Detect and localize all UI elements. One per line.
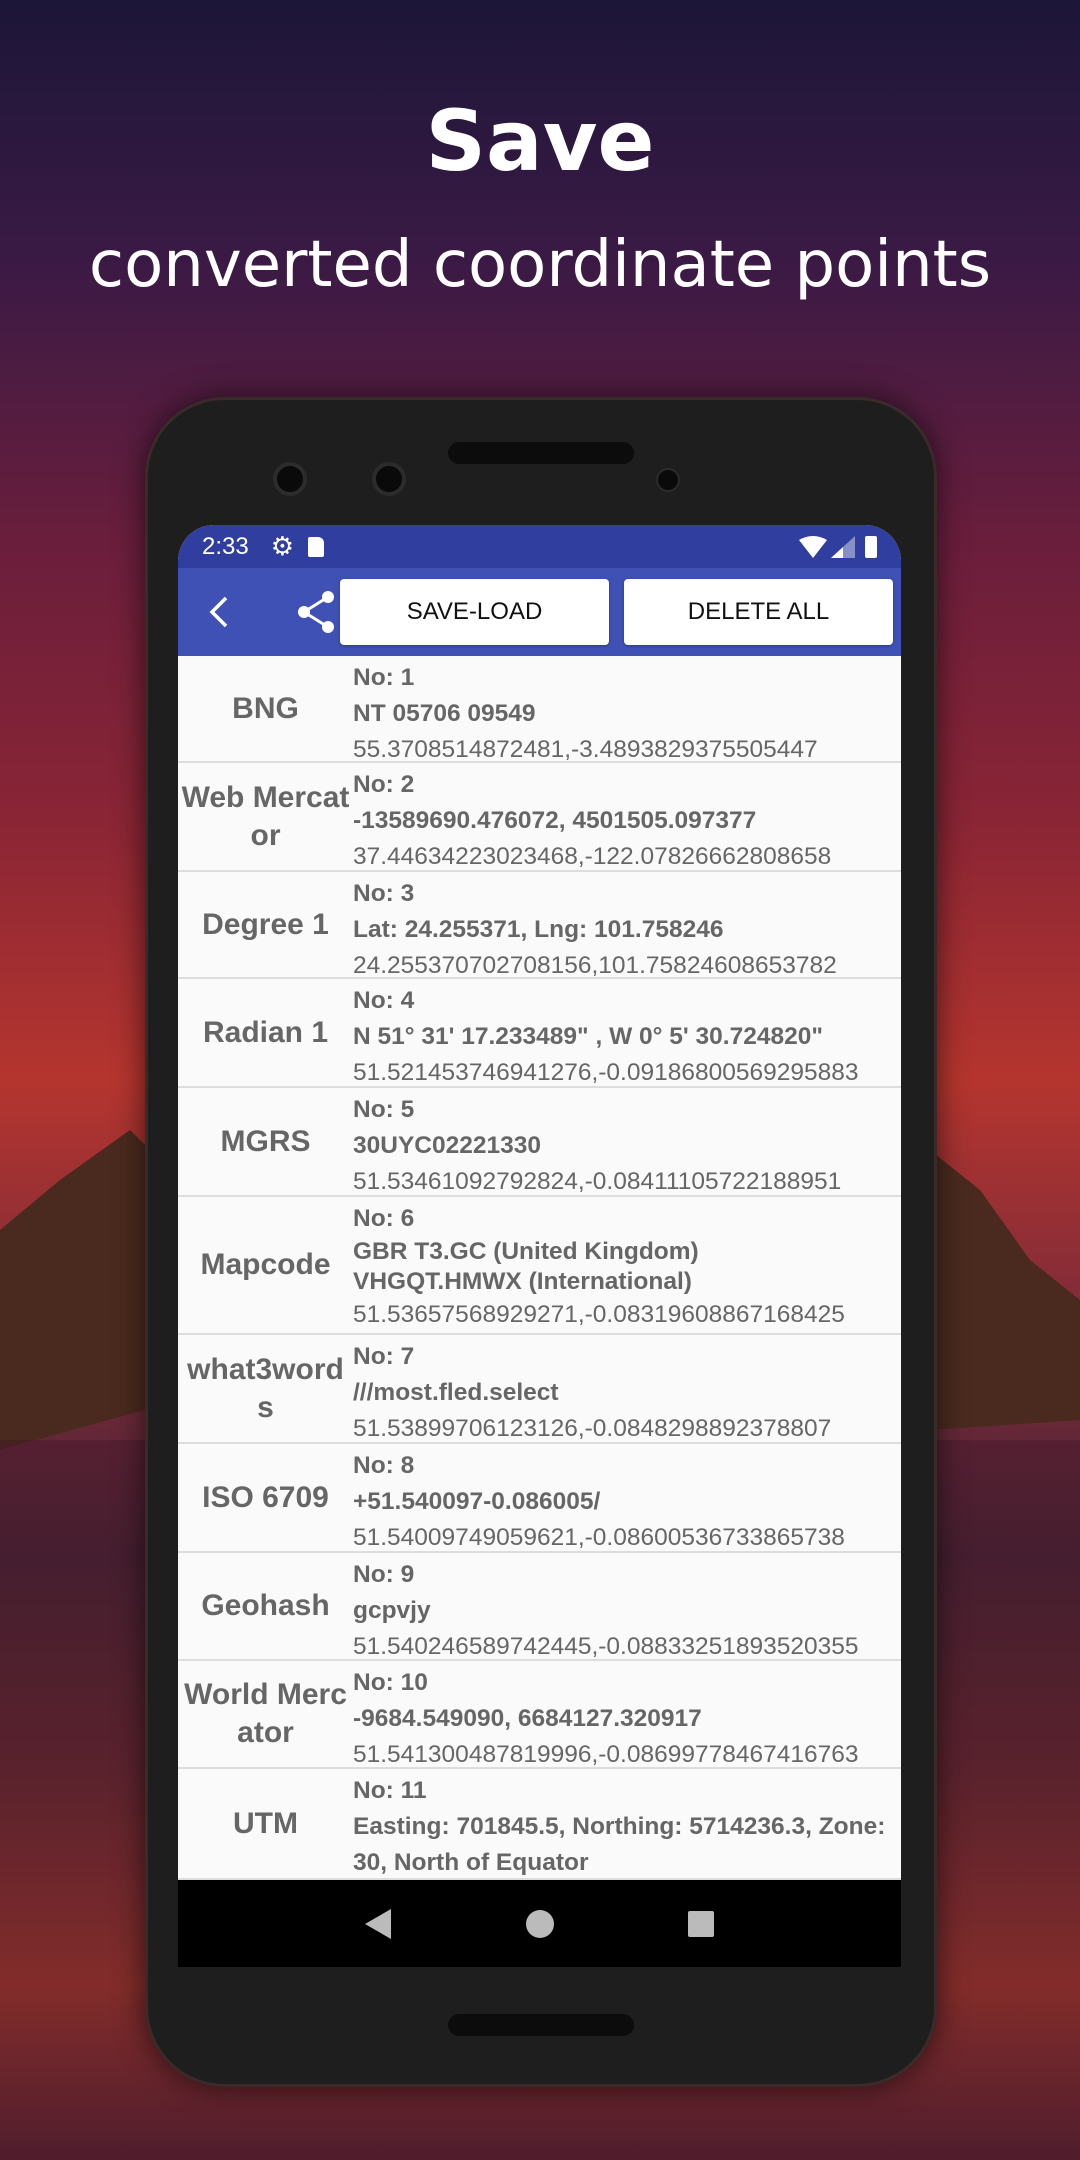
point-type-label: ISO 6709 bbox=[202, 1480, 329, 1514]
nav-bar bbox=[178, 1880, 901, 1967]
settings-icon: ⚙ bbox=[270, 531, 295, 561]
point-latlng: 51.540246589742445,-0.08833251893520355 bbox=[353, 1633, 859, 1659]
toolbar: SAVE-LOAD DELETE ALL bbox=[178, 568, 901, 656]
point-content: No: 3 Lat: 24.255371, Lng: 101.758246 24.2… bbox=[353, 872, 901, 977]
camera-icon bbox=[273, 462, 307, 496]
signal-icon bbox=[831, 535, 855, 558]
point-type-label: World Mercator bbox=[184, 1678, 347, 1749]
point-latlng: 51.521453746941276,-0.09186800569295883 bbox=[353, 1059, 859, 1086]
point-converted-value: N 51° 31' 17.233489" , W 0° 5' 30.724820… bbox=[353, 1023, 823, 1050]
point-type-label: MGRS bbox=[220, 1124, 311, 1158]
point-latlng: 37.44634223023468,-122.07826662808658 bbox=[353, 843, 832, 870]
camera-icon bbox=[372, 462, 406, 496]
point-row[interactable]: UTM No: 11 Easting: 701845.5, Northing: 57… bbox=[178, 1769, 901, 1880]
point-content: No: 5 30UYC02221330 51.53461092792824,-0.0… bbox=[353, 1088, 901, 1195]
point-row[interactable]: Web Mercator No: 2 -13589690.476072, 45015… bbox=[178, 763, 901, 872]
wifi-icon bbox=[799, 535, 827, 558]
bottom-speaker bbox=[448, 2014, 634, 2036]
headline-title: Save bbox=[425, 92, 655, 190]
point-type-label: what3words bbox=[187, 1352, 344, 1424]
back-triangle-icon[interactable] bbox=[364, 1908, 393, 1939]
point-type-label: Radian 1 bbox=[202, 1015, 329, 1049]
status-time: 2:33 bbox=[202, 532, 249, 560]
point-type-label: Geohash bbox=[201, 1589, 330, 1622]
point-converted-value: Lat: 24.255371, Lng: 101.758246 bbox=[353, 916, 724, 943]
point-row[interactable]: Degree 1 No: 3 Lat: 24.255371, Lng: 101.75… bbox=[178, 872, 901, 979]
sensor-icon bbox=[656, 468, 680, 492]
point-number: No: 1 bbox=[353, 664, 415, 691]
save-load-button[interactable]: SAVE-LOAD bbox=[340, 579, 609, 645]
point-converted-value: gcpvjy bbox=[353, 1597, 431, 1624]
point-latlng: 51.53657568929271,-0.08319608867168425 bbox=[353, 1301, 845, 1328]
sd-card-icon bbox=[308, 536, 325, 557]
point-number: No: 5 bbox=[353, 1096, 415, 1123]
earpiece bbox=[448, 442, 634, 464]
headline-subtitle: converted coordinate points bbox=[88, 228, 992, 302]
point-converted-value: 30UYC02221330 bbox=[353, 1132, 541, 1159]
point-converted-value: VHGQT.HMWX (International) bbox=[353, 1268, 692, 1295]
delete-all-button[interactable]: DELETE ALL bbox=[624, 579, 893, 645]
point-content: No: 8 +51.540097-0.086005/51.540097490596… bbox=[353, 1444, 901, 1551]
point-row[interactable]: MGRS No: 5 30UYC02221330 51.53461092792824,… bbox=[178, 1088, 901, 1197]
point-number: No: 9 bbox=[353, 1561, 415, 1588]
point-latlng: 51.53899706123126,-0.0848298892378807 bbox=[353, 1415, 832, 1442]
point-row[interactable]: Radian 1 No: 4 N 51° 31' 17.233489" , W 0°… bbox=[178, 979, 901, 1088]
point-number: No: 2 bbox=[353, 771, 415, 798]
point-converted-value: GBR T3.GC (United Kingdom) bbox=[353, 1238, 699, 1265]
point-latlng: 24.255370702708156,101.75824608653782 bbox=[353, 952, 837, 977]
chevron-left-icon[interactable] bbox=[208, 596, 230, 628]
point-number: No: 6 bbox=[353, 1205, 415, 1232]
battery-icon bbox=[865, 535, 877, 558]
point-number: No: 7 bbox=[353, 1343, 415, 1370]
point-converted-value: -9684.549090, 6684127.320917 bbox=[353, 1705, 702, 1732]
point-latlng: 55.3708514872481,-3.4893829375505447 bbox=[353, 736, 818, 761]
point-content: No: 7 ///most.fled.select 51.5389970612312… bbox=[353, 1335, 901, 1442]
app-screen: 2:33 ⚙ SAVE-LOAD DELETE ALL BNG No: 1 NT 0… bbox=[178, 525, 901, 1967]
point-content: No: 11 Easting: 701845.5, Northing: 57142… bbox=[353, 1769, 901, 1878]
point-converted-value: ///most.fled.select bbox=[353, 1379, 559, 1406]
point-row[interactable]: what3words No: 7 ///most.fled.select 51.538… bbox=[178, 1335, 901, 1444]
point-converted-value: -13589690.476072, 4501505.097377 bbox=[353, 807, 757, 834]
share-icon[interactable] bbox=[296, 590, 336, 634]
point-latlng: 51.541300487819996,-0.08699778467416763 bbox=[353, 1741, 859, 1767]
point-content: No: 1 NT 05706 09549 55.3708514872481,-3.4… bbox=[353, 656, 901, 761]
point-row[interactable]: ISO 6709 No: 8 +51.540097-0.086005/51.5400… bbox=[178, 1444, 901, 1553]
point-content: No: 6 GBR T3.GC (United Kingdom) VHGQT.HMW… bbox=[353, 1197, 901, 1333]
point-latlng: 51.53461092792824,-0.08411105722188951 bbox=[353, 1168, 842, 1195]
point-type-label: Degree 1 bbox=[202, 907, 329, 941]
status-bar: 2:33 ⚙ bbox=[178, 525, 901, 568]
point-row[interactable]: BNG No: 1 NT 05706 09549 55.3708514872481,-… bbox=[178, 656, 901, 763]
point-content: No: 4 N 51° 31' 17.233489" , W 0° 5' 30.7… bbox=[353, 979, 901, 1086]
point-content: No: 9 gcpvjy 51.540246589742445,-0.0883325… bbox=[353, 1553, 901, 1659]
point-row[interactable]: World Mercator No: 10 -9684.549090, 668412… bbox=[178, 1661, 901, 1769]
point-latlng: 51.54009749059621,-0.08600536733865738 bbox=[353, 1524, 845, 1551]
point-content: No: 10 -9684.549090, 6684127.320917 51.541… bbox=[353, 1661, 901, 1767]
point-row[interactable]: Geohash No: 9 gcpvjy 51.540246589742445,-0.… bbox=[178, 1553, 901, 1661]
point-converted-value: NT 05706 09549 bbox=[353, 700, 536, 727]
point-type-label: UTM bbox=[233, 1806, 298, 1840]
point-number: No: 8 bbox=[353, 1452, 415, 1479]
point-number: No: 4 bbox=[353, 987, 415, 1014]
home-circle-icon[interactable] bbox=[526, 1909, 555, 1938]
point-converted-value: Easting: 701845.5, Northing: 5714236.3, … bbox=[353, 1813, 886, 1876]
point-row[interactable]: Mapcode No: 6 GBR T3.GC (United Kingdom) VH… bbox=[178, 1197, 901, 1335]
points-list[interactable]: BNG No: 1 NT 05706 09549 55.3708514872481,-… bbox=[178, 656, 901, 1880]
point-content: No: 2 -13589690.476072, 4501505.097377 37.… bbox=[353, 763, 901, 870]
point-type-label: Web Mercator bbox=[181, 780, 350, 852]
point-converted-value: +51.540097-0.086005/ bbox=[353, 1488, 601, 1515]
point-type-label: Mapcode bbox=[200, 1248, 331, 1281]
point-type-label: BNG bbox=[232, 691, 299, 725]
point-number: No: 11 bbox=[353, 1777, 427, 1804]
point-number: No: 3 bbox=[353, 880, 415, 907]
point-number: No: 10 bbox=[353, 1669, 428, 1696]
recents-square-icon[interactable] bbox=[688, 1910, 715, 1937]
